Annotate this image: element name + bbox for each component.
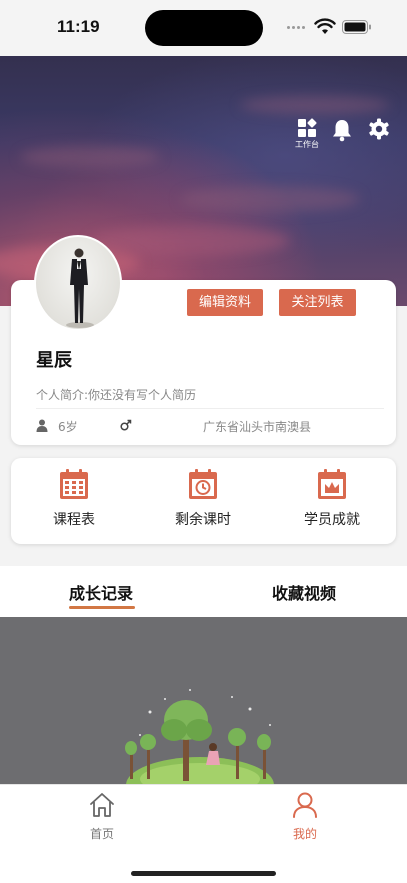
workbench-label: 工作台 <box>295 140 319 149</box>
home-icon <box>90 793 114 817</box>
calendar-clock-icon <box>189 469 217 499</box>
bio-label: 个人简介: <box>36 388 89 402</box>
growth-record-content <box>0 617 407 784</box>
course-schedule-button[interactable]: 课程表 <box>29 468 119 529</box>
location-value: 广东省汕头市南澳县 <box>203 420 312 434</box>
course-schedule-label: 课程表 <box>53 512 95 528</box>
remaining-hours-label: 剩余课时 <box>175 512 231 528</box>
male-gender-icon <box>120 419 132 431</box>
battery-icon <box>342 20 371 34</box>
bell-icon[interactable] <box>331 118 353 142</box>
dynamic-island <box>145 10 263 46</box>
status-bar: 11:19 <box>0 0 407 56</box>
calendar-grid-icon <box>60 469 88 499</box>
home-indicator <box>131 871 276 876</box>
avatar[interactable] <box>34 235 122 331</box>
tab-growth-record[interactable]: 成长记录 <box>69 580 133 604</box>
wifi-icon <box>314 18 336 34</box>
divider <box>36 408 384 409</box>
profile-meta: 6岁 广东省汕头市南澳县 <box>36 417 386 435</box>
gear-icon[interactable] <box>368 118 390 140</box>
student-achievement-button[interactable]: 学员成就 <box>287 468 377 529</box>
workbench-button[interactable]: 工作台 <box>293 118 321 150</box>
content-tabs: 成长记录 收藏视频 <box>0 566 407 618</box>
edit-profile-button[interactable]: 编辑资料 <box>187 289 263 316</box>
active-tab-indicator <box>69 606 135 609</box>
age-value: 6岁 <box>58 420 78 434</box>
follow-list-button[interactable]: 关注列表 <box>279 289 356 316</box>
remaining-hours-button[interactable]: 剩余课时 <box>158 468 248 529</box>
bio-text: 你还没有写个人简历 <box>88 388 197 402</box>
tab-favorite-videos[interactable]: 收藏视频 <box>272 580 336 604</box>
nav-home-label: 首页 <box>89 827 114 841</box>
signal-icon <box>287 26 311 30</box>
avatar-photo <box>66 248 94 328</box>
nav-mine[interactable]: 我的 <box>275 791 335 842</box>
nav-home[interactable]: 首页 <box>72 791 132 842</box>
user-nickname: 星辰 <box>36 350 72 371</box>
calendar-crown-icon <box>318 469 346 499</box>
student-achievement-label: 学员成就 <box>304 512 360 528</box>
nav-mine-label: 我的 <box>292 827 317 841</box>
empty-state-illustration <box>125 689 274 784</box>
bio: 个人简介:你还没有写个人简历 <box>36 386 196 403</box>
status-time: 11:19 <box>57 17 100 36</box>
bottom-navigation: 首页 我的 <box>0 784 407 883</box>
quick-actions-card: 课程表 剩余课时 学员成就 <box>11 458 396 544</box>
workbench-icon <box>298 118 317 137</box>
person-icon <box>36 419 48 432</box>
user-icon <box>293 792 317 818</box>
